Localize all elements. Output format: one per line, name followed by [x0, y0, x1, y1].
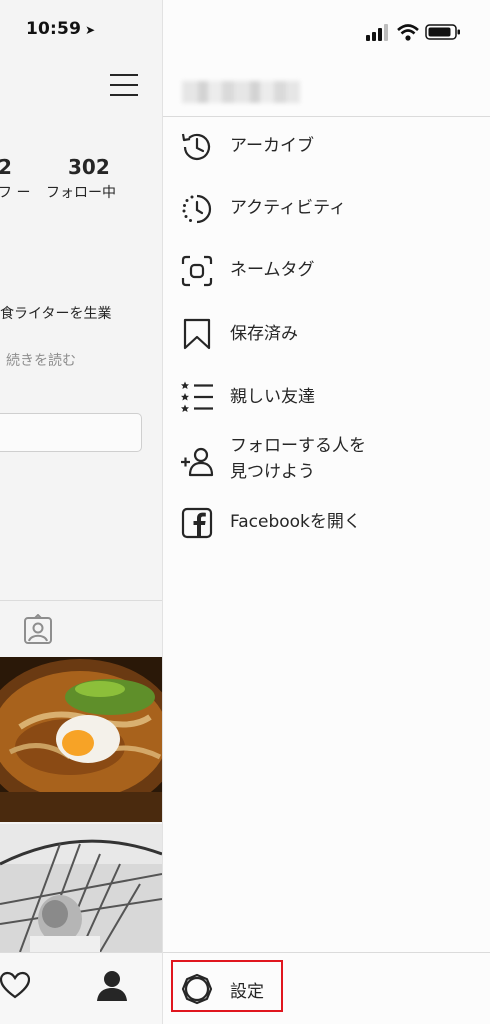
menu-bottom-divider — [163, 952, 490, 953]
add-person-icon — [181, 447, 214, 477]
menu-item-label: アーカイブ — [230, 136, 314, 156]
wifi-icon — [397, 24, 419, 41]
menu-item-discover-people[interactable]: フォローする人を 見つけよう — [163, 433, 490, 493]
read-more-link[interactable]: 続きを読む — [6, 350, 76, 370]
signal-icon — [366, 24, 388, 41]
menu-item-label: アクティビティ — [230, 198, 347, 218]
settings-gear-icon[interactable] — [180, 972, 214, 1006]
archive-history-icon — [181, 133, 211, 160]
menu-item-label: 親しい友達 — [230, 387, 315, 407]
facebook-icon — [181, 507, 213, 539]
status-time: 10:59 ➤ — [26, 19, 95, 39]
following-count[interactable]: 302 — [68, 155, 110, 179]
menu-item-label: 保存済み — [230, 324, 298, 344]
post-photo-black-white[interactable] — [0, 824, 162, 952]
followers-count: 2 — [0, 155, 12, 179]
settings-label[interactable]: 設定 — [230, 977, 264, 1002]
status-icons — [366, 24, 460, 41]
menu-divider — [163, 116, 490, 117]
profile-tab-icon[interactable] — [95, 969, 129, 1003]
menu-item-nametag[interactable]: ネームタグ — [163, 246, 490, 296]
menu-item-archive[interactable]: アーカイブ — [163, 122, 490, 172]
battery-icon — [425, 24, 460, 40]
menu-item-open-facebook[interactable]: Facebookを開く — [163, 498, 490, 548]
menu-item-label-line2: 見つけよう — [230, 462, 315, 482]
status-time-text: 10:59 — [26, 19, 82, 39]
menu-item-close-friends[interactable]: 親しい友達 — [163, 372, 490, 422]
menu-item-label: ネームタグ — [230, 260, 315, 280]
activity-clock-icon — [182, 194, 212, 224]
side-menu-drawer: アーカイブ アクティビティ ネームタグ 保存済み 親しい友達 フォローする人を … — [163, 0, 490, 1024]
tab-divider — [0, 600, 162, 601]
post-photo-curry-udon[interactable] — [0, 657, 162, 822]
tagged-posts-icon[interactable] — [22, 614, 54, 646]
profile-bio: 食ライターを生業 — [0, 306, 112, 322]
heart-icon[interactable] — [0, 971, 30, 1001]
menu-item-label-line1: フォローする人を — [230, 436, 366, 456]
followers-label: フ ー — [0, 185, 31, 201]
username-blurred — [182, 81, 300, 103]
nametag-icon — [181, 255, 213, 287]
menu-item-activity[interactable]: アクティビティ — [163, 184, 490, 234]
menu-item-saved[interactable]: 保存済み — [163, 308, 490, 358]
following-label[interactable]: フォロー中 — [46, 182, 116, 202]
menu-item-label: Facebookを開く — [230, 512, 361, 532]
profile-background: 10:59➤ 2 フ ー 302 フォロー中 食ライターを生業 続きを読む — [0, 0, 163, 1024]
edit-profile-button[interactable] — [0, 413, 142, 452]
bookmark-icon — [183, 318, 211, 350]
location-arrow-icon: ➤ — [85, 23, 96, 37]
menu-icon[interactable] — [110, 74, 138, 96]
close-friends-list-icon — [181, 381, 213, 412]
